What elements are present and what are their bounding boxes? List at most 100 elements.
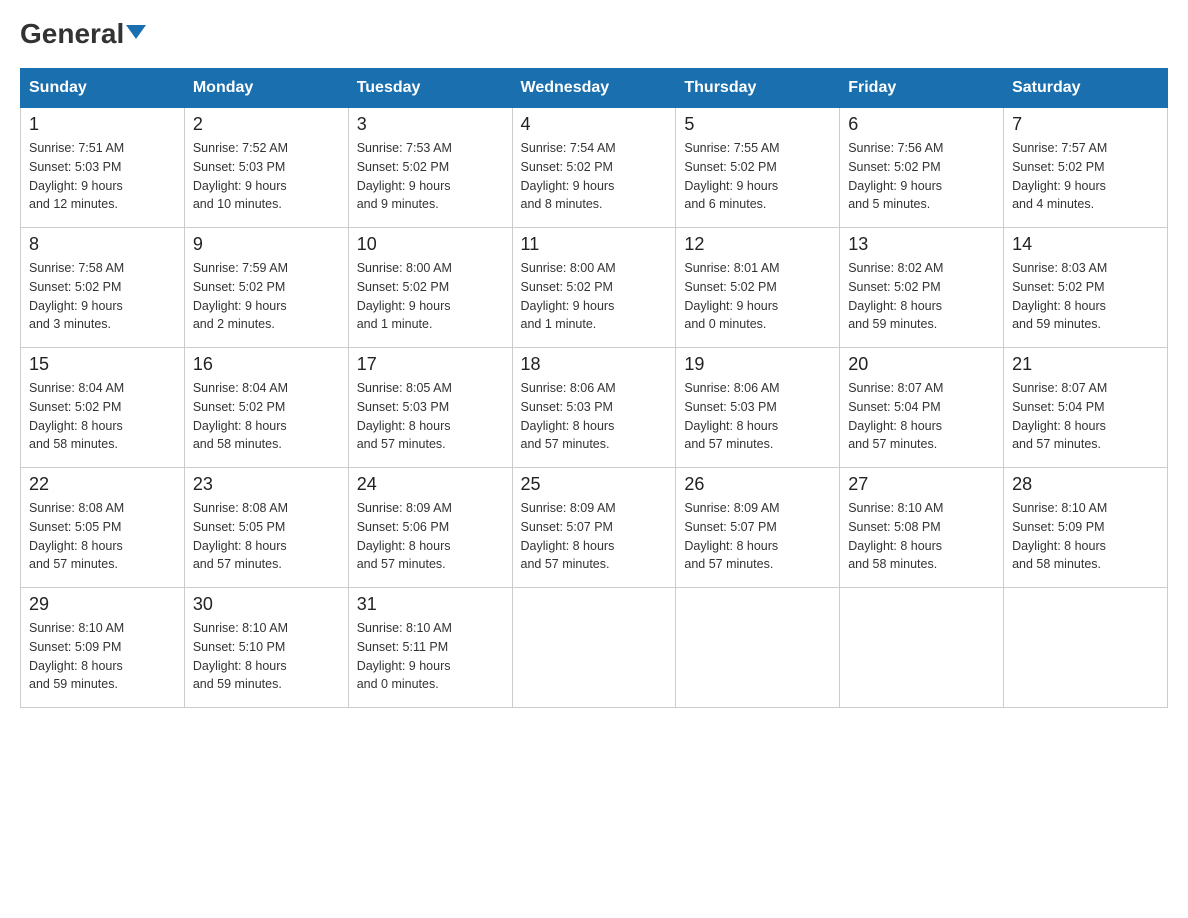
day-number: 19 — [684, 354, 831, 375]
calendar-cell: 7 Sunrise: 7:57 AMSunset: 5:02 PMDaylight… — [1004, 108, 1168, 228]
day-number: 31 — [357, 594, 504, 615]
calendar-cell: 18 Sunrise: 8:06 AMSunset: 5:03 PMDayligh… — [512, 348, 676, 468]
day-number: 26 — [684, 474, 831, 495]
day-number: 22 — [29, 474, 176, 495]
day-info: Sunrise: 8:04 AMSunset: 5:02 PMDaylight:… — [193, 379, 340, 454]
day-info: Sunrise: 8:04 AMSunset: 5:02 PMDaylight:… — [29, 379, 176, 454]
calendar-cell: 20 Sunrise: 8:07 AMSunset: 5:04 PMDayligh… — [840, 348, 1004, 468]
day-number: 2 — [193, 114, 340, 135]
day-info: Sunrise: 8:00 AMSunset: 5:02 PMDaylight:… — [521, 259, 668, 334]
day-info: Sunrise: 8:09 AMSunset: 5:07 PMDaylight:… — [684, 499, 831, 574]
day-number: 27 — [848, 474, 995, 495]
day-number: 20 — [848, 354, 995, 375]
calendar-cell: 29 Sunrise: 8:10 AMSunset: 5:09 PMDayligh… — [21, 588, 185, 708]
calendar-cell: 3Sunrise: 7:53 AMSunset: 5:02 PMDaylight… — [348, 108, 512, 228]
day-number: 12 — [684, 234, 831, 255]
calendar-cell: 30Sunrise: 8:10 AMSunset: 5:10 PMDayligh… — [184, 588, 348, 708]
day-info: Sunrise: 7:57 AMSunset: 5:02 PMDaylight:… — [1012, 139, 1159, 214]
calendar-cell: 17 Sunrise: 8:05 AMSunset: 5:03 PMDayligh… — [348, 348, 512, 468]
calendar-cell: 12 Sunrise: 8:01 AMSunset: 5:02 PMDayligh… — [676, 228, 840, 348]
day-number: 21 — [1012, 354, 1159, 375]
day-info: Sunrise: 8:03 AMSunset: 5:02 PMDaylight:… — [1012, 259, 1159, 334]
calendar-cell: 2Sunrise: 7:52 AMSunset: 5:03 PMDaylight… — [184, 108, 348, 228]
calendar-cell: 26 Sunrise: 8:09 AMSunset: 5:07 PMDayligh… — [676, 468, 840, 588]
day-number: 16 — [193, 354, 340, 375]
calendar-cell: 16 Sunrise: 8:04 AMSunset: 5:02 PMDayligh… — [184, 348, 348, 468]
calendar-cell: 31 Sunrise: 8:10 AMSunset: 5:11 PMDayligh… — [348, 588, 512, 708]
day-number: 8 — [29, 234, 176, 255]
week-row-4: 22 Sunrise: 8:08 AMSunset: 5:05 PMDayligh… — [21, 468, 1168, 588]
page-header: General — [20, 20, 1168, 48]
calendar-cell: 27Sunrise: 8:10 AMSunset: 5:08 PMDayligh… — [840, 468, 1004, 588]
day-number: 5 — [684, 114, 831, 135]
day-number: 7 — [1012, 114, 1159, 135]
day-number: 30 — [193, 594, 340, 615]
day-info: Sunrise: 8:07 AMSunset: 5:04 PMDaylight:… — [1012, 379, 1159, 454]
day-number: 28 — [1012, 474, 1159, 495]
calendar-header: SundayMondayTuesdayWednesdayThursdayFrid… — [21, 69, 1168, 108]
day-info: Sunrise: 8:08 AMSunset: 5:05 PMDaylight:… — [193, 499, 340, 574]
calendar-cell: 21 Sunrise: 8:07 AMSunset: 5:04 PMDayligh… — [1004, 348, 1168, 468]
day-number: 23 — [193, 474, 340, 495]
calendar-cell: 8 Sunrise: 7:58 AMSunset: 5:02 PMDaylight… — [21, 228, 185, 348]
calendar-cell: 5Sunrise: 7:55 AMSunset: 5:02 PMDaylight… — [676, 108, 840, 228]
day-number: 9 — [193, 234, 340, 255]
calendar-cell: 9 Sunrise: 7:59 AMSunset: 5:02 PMDaylight… — [184, 228, 348, 348]
logo-general-text: General — [20, 20, 146, 48]
header-friday: Friday — [840, 69, 1004, 108]
day-info: Sunrise: 8:10 AMSunset: 5:09 PMDaylight:… — [29, 619, 176, 694]
week-row-2: 8 Sunrise: 7:58 AMSunset: 5:02 PMDaylight… — [21, 228, 1168, 348]
header-thursday: Thursday — [676, 69, 840, 108]
day-info: Sunrise: 7:53 AMSunset: 5:02 PMDaylight:… — [357, 139, 504, 214]
logo: General — [20, 20, 146, 48]
day-number: 1 — [29, 114, 176, 135]
day-info: Sunrise: 8:06 AMSunset: 5:03 PMDaylight:… — [684, 379, 831, 454]
day-info: Sunrise: 8:05 AMSunset: 5:03 PMDaylight:… — [357, 379, 504, 454]
calendar-cell: 28 Sunrise: 8:10 AMSunset: 5:09 PMDayligh… — [1004, 468, 1168, 588]
week-row-3: 15Sunrise: 8:04 AMSunset: 5:02 PMDayligh… — [21, 348, 1168, 468]
day-number: 18 — [521, 354, 668, 375]
calendar-cell: 10Sunrise: 8:00 AMSunset: 5:02 PMDayligh… — [348, 228, 512, 348]
day-info: Sunrise: 8:01 AMSunset: 5:02 PMDaylight:… — [684, 259, 831, 334]
calendar-cell: 1Sunrise: 7:51 AMSunset: 5:03 PMDaylight… — [21, 108, 185, 228]
calendar-cell: 6Sunrise: 7:56 AMSunset: 5:02 PMDaylight… — [840, 108, 1004, 228]
day-number: 17 — [357, 354, 504, 375]
day-number: 14 — [1012, 234, 1159, 255]
day-info: Sunrise: 7:58 AMSunset: 5:02 PMDaylight:… — [29, 259, 176, 334]
calendar-cell: 24Sunrise: 8:09 AMSunset: 5:06 PMDayligh… — [348, 468, 512, 588]
day-info: Sunrise: 8:02 AMSunset: 5:02 PMDaylight:… — [848, 259, 995, 334]
header-row: SundayMondayTuesdayWednesdayThursdayFrid… — [21, 69, 1168, 108]
day-info: Sunrise: 8:07 AMSunset: 5:04 PMDaylight:… — [848, 379, 995, 454]
day-info: Sunrise: 8:10 AMSunset: 5:09 PMDaylight:… — [1012, 499, 1159, 574]
day-info: Sunrise: 8:10 AMSunset: 5:11 PMDaylight:… — [357, 619, 504, 694]
header-sunday: Sunday — [21, 69, 185, 108]
day-number: 6 — [848, 114, 995, 135]
week-row-5: 29 Sunrise: 8:10 AMSunset: 5:09 PMDayligh… — [21, 588, 1168, 708]
day-number: 24 — [357, 474, 504, 495]
calendar-cell: 23 Sunrise: 8:08 AMSunset: 5:05 PMDayligh… — [184, 468, 348, 588]
week-row-1: 1Sunrise: 7:51 AMSunset: 5:03 PMDaylight… — [21, 108, 1168, 228]
calendar-cell — [840, 588, 1004, 708]
day-number: 11 — [521, 234, 668, 255]
header-tuesday: Tuesday — [348, 69, 512, 108]
calendar-cell: 14 Sunrise: 8:03 AMSunset: 5:02 PMDayligh… — [1004, 228, 1168, 348]
day-info: Sunrise: 7:54 AMSunset: 5:02 PMDaylight:… — [521, 139, 668, 214]
day-info: Sunrise: 8:00 AMSunset: 5:02 PMDaylight:… — [357, 259, 504, 334]
calendar-cell — [1004, 588, 1168, 708]
calendar-cell: 22Sunrise: 8:08 AMSunset: 5:05 PMDayligh… — [21, 468, 185, 588]
header-wednesday: Wednesday — [512, 69, 676, 108]
day-info: Sunrise: 8:09 AMSunset: 5:07 PMDaylight:… — [521, 499, 668, 574]
header-saturday: Saturday — [1004, 69, 1168, 108]
day-number: 29 — [29, 594, 176, 615]
header-monday: Monday — [184, 69, 348, 108]
day-number: 13 — [848, 234, 995, 255]
day-info: Sunrise: 8:06 AMSunset: 5:03 PMDaylight:… — [521, 379, 668, 454]
calendar-cell: 13 Sunrise: 8:02 AMSunset: 5:02 PMDayligh… — [840, 228, 1004, 348]
calendar-cell: 19 Sunrise: 8:06 AMSunset: 5:03 PMDayligh… — [676, 348, 840, 468]
calendar-table: SundayMondayTuesdayWednesdayThursdayFrid… — [20, 68, 1168, 708]
calendar-cell: 4Sunrise: 7:54 AMSunset: 5:02 PMDaylight… — [512, 108, 676, 228]
day-number: 25 — [521, 474, 668, 495]
day-info: Sunrise: 7:59 AMSunset: 5:02 PMDaylight:… — [193, 259, 340, 334]
calendar-cell — [512, 588, 676, 708]
calendar-cell: 25 Sunrise: 8:09 AMSunset: 5:07 PMDayligh… — [512, 468, 676, 588]
